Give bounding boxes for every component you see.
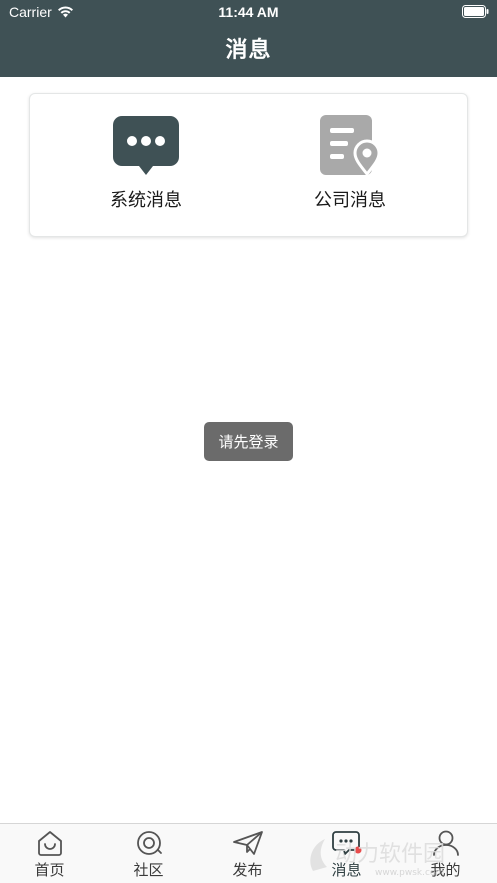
message-screen: Carrier 11:44 AM 消息 系统消息 公司消息 请先登录 首页 社区…: [0, 0, 497, 883]
tab-community-label: 社区: [133, 861, 164, 879]
status-bar: Carrier 11:44 AM: [0, 0, 497, 26]
unread-badge: [354, 846, 361, 854]
tab-messages-label: 消息: [331, 861, 362, 879]
paper-plane-icon: [232, 831, 263, 855]
document-location-icon: [320, 115, 381, 176]
company-messages-label: 公司消息: [314, 190, 386, 211]
message-category-card: 系统消息 公司消息: [29, 93, 468, 237]
status-time: 11:44 AM: [218, 4, 279, 20]
tab-profile[interactable]: 我的: [396, 830, 495, 883]
battery-icon: [462, 5, 489, 18]
person-icon: [432, 830, 459, 856]
login-required-toast: 请先登录: [204, 422, 293, 461]
toast-text: 请先登录: [218, 433, 279, 451]
tab-publish-label: 发布: [232, 861, 263, 879]
home-bag-icon: [37, 831, 62, 856]
tab-messages[interactable]: 消息: [297, 830, 396, 883]
chat-bubble-dots-icon: [113, 116, 179, 175]
message-bubble-icon: [331, 831, 361, 855]
tab-community[interactable]: 社区: [99, 830, 198, 883]
system-messages-label: 系统消息: [110, 190, 182, 211]
page-title: 消息: [225, 38, 272, 63]
tab-home[interactable]: 首页: [0, 830, 99, 883]
tab-home-label: 首页: [34, 861, 65, 879]
header: Carrier 11:44 AM 消息: [0, 0, 497, 77]
system-messages-button[interactable]: 系统消息: [76, 114, 216, 224]
tab-bar: 首页 社区 发布 消息 我的: [0, 823, 497, 883]
tab-publish[interactable]: 发布: [198, 830, 297, 883]
company-messages-button[interactable]: 公司消息: [280, 114, 420, 224]
tab-profile-label: 我的: [430, 861, 461, 879]
community-target-icon: [136, 831, 162, 855]
